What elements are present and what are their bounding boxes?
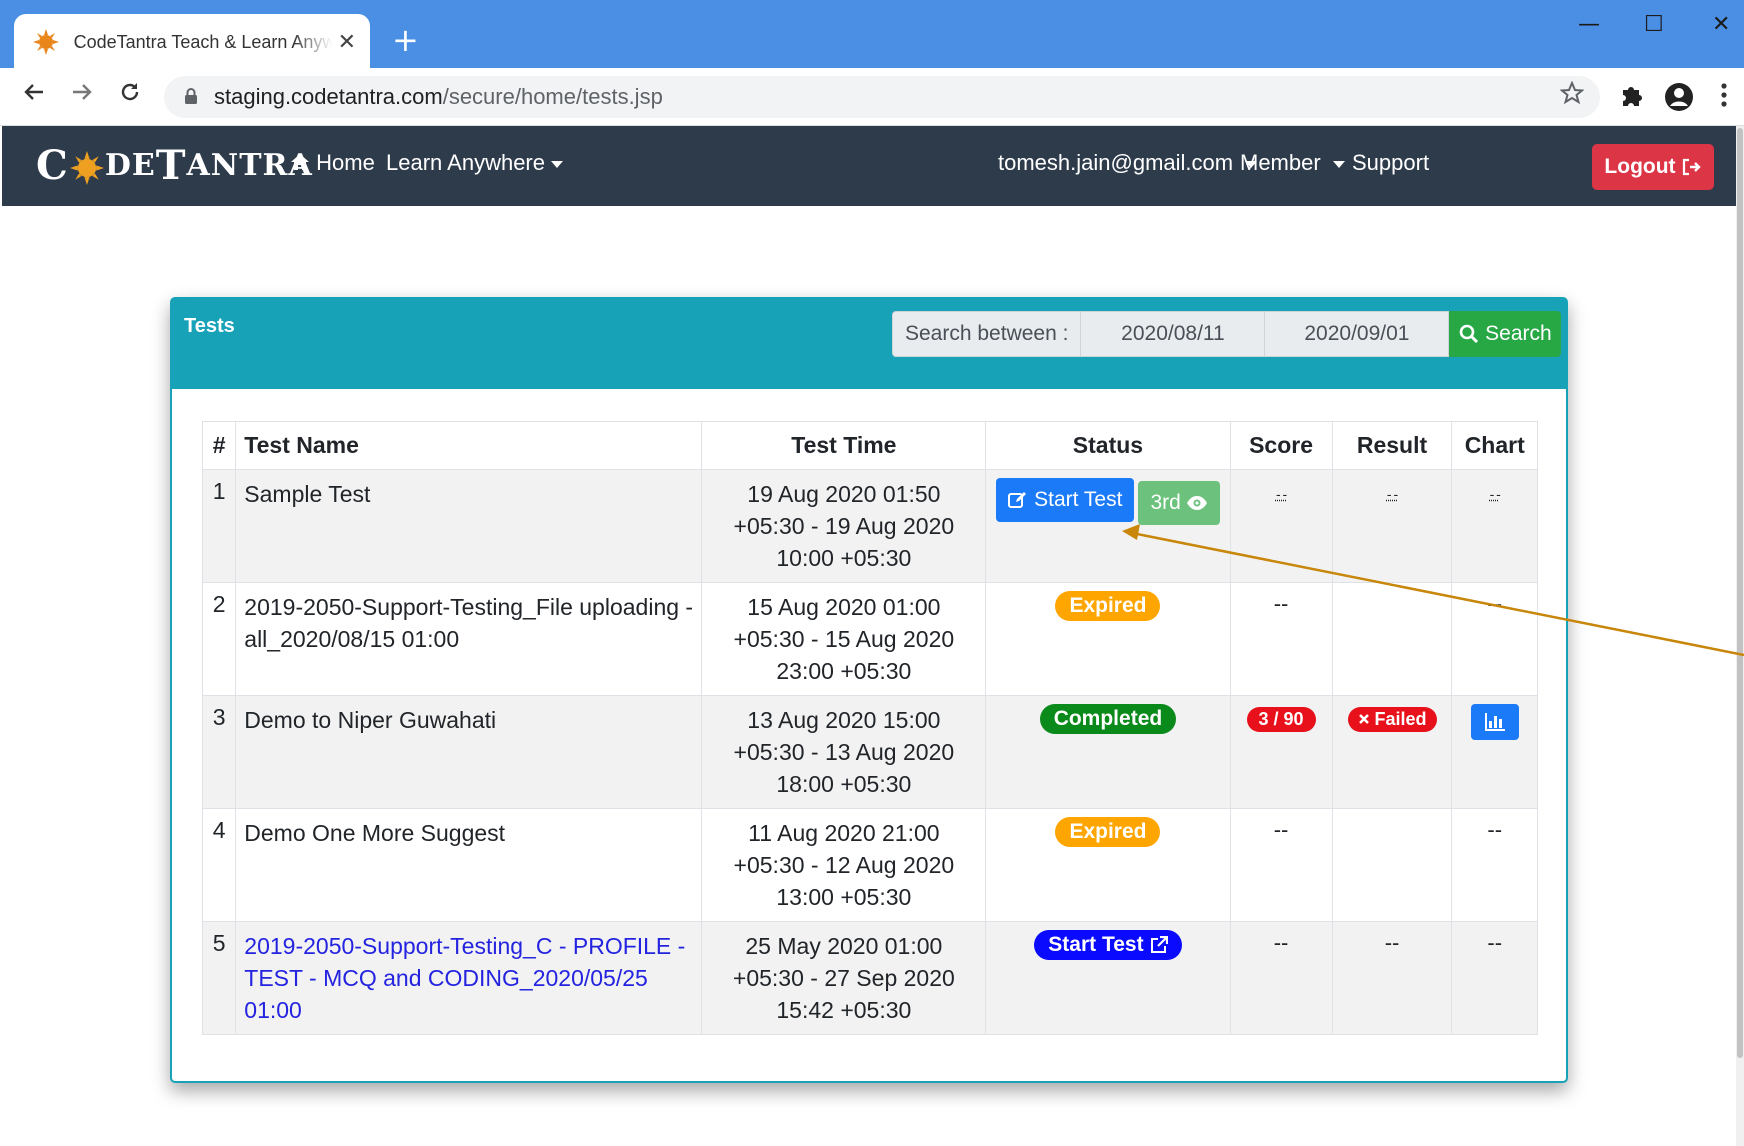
annotation-arrow [1122, 524, 1744, 657]
